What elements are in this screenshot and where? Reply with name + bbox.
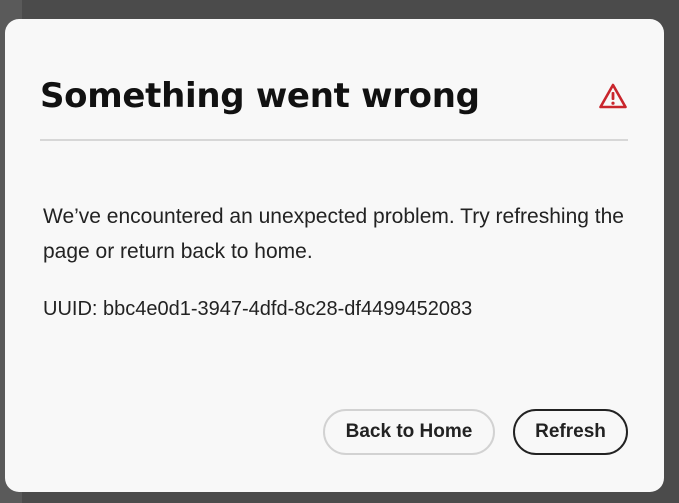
error-uuid: UUID: bbc4e0d1-3947-4dfd-8c28-df44994520…	[43, 298, 473, 320]
dialog-header: Something went wrong	[40, 74, 628, 124]
dialog-title: Something went wrong	[40, 76, 480, 116]
refresh-button[interactable]: Refresh	[513, 409, 628, 455]
header-divider	[40, 139, 628, 141]
error-message: We’ve encountered an unexpected problem.…	[43, 205, 624, 263]
error-dialog: Something went wrong We’ve encountered a…	[5, 19, 664, 492]
back-to-home-button[interactable]: Back to Home	[323, 409, 495, 455]
alert-triangle-icon	[598, 82, 628, 110]
